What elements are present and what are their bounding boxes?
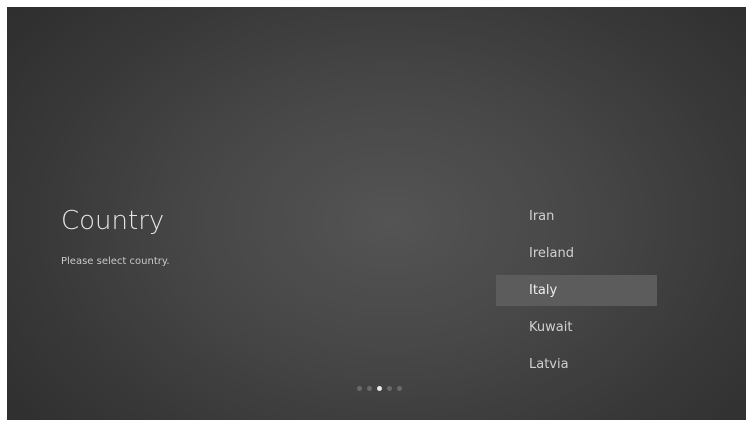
- step-dot-2: [367, 385, 372, 391]
- country-item-ireland[interactable]: Ireland: [496, 238, 657, 269]
- country-item-italy[interactable]: Italy: [496, 275, 657, 306]
- step-dot-5: [397, 385, 402, 391]
- step-indicator: [357, 385, 402, 391]
- country-list: Iran Ireland Italy Kuwait Latvia: [496, 201, 657, 386]
- step-dot-1: [357, 385, 362, 391]
- page-subtitle: Please select country.: [61, 256, 170, 267]
- country-item-kuwait[interactable]: Kuwait: [496, 312, 657, 343]
- country-item-iran[interactable]: Iran: [496, 201, 657, 232]
- page-title: Country: [61, 206, 165, 236]
- country-item-latvia[interactable]: Latvia: [496, 349, 657, 380]
- step-dot-4: [387, 385, 392, 391]
- step-dot-3-active: [377, 385, 382, 391]
- setup-screen: Country Please select country. Iran Irel…: [7, 7, 746, 420]
